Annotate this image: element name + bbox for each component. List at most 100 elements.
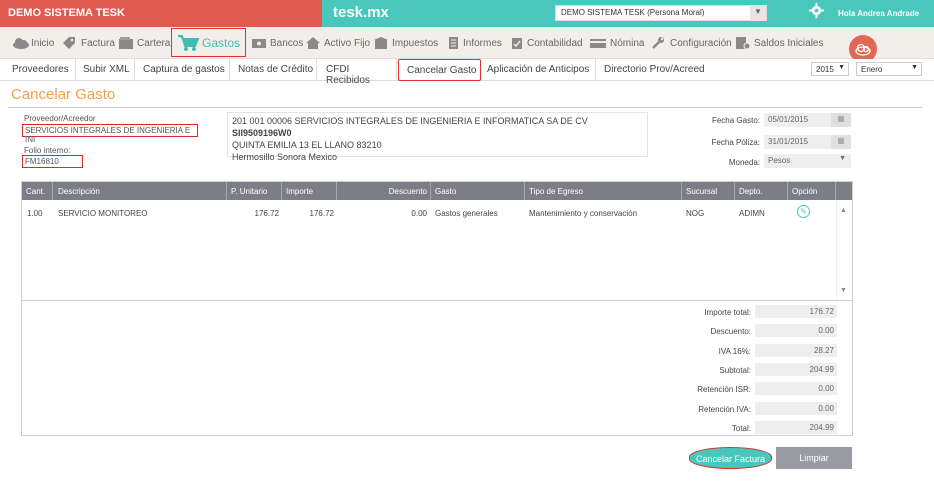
cell-gasto: Gastos generales (435, 209, 498, 218)
scroll-down-icon[interactable]: ▼ (840, 287, 847, 294)
clipboard-check-icon (511, 36, 524, 50)
company-select-value: DEMO SISTEMA TESK (Persona Moral) (561, 8, 705, 17)
limpiar-button[interactable]: Limpiar (776, 447, 852, 469)
nav-label: Inicio (31, 37, 55, 49)
col-descripcion[interactable]: Descripción (53, 182, 227, 200)
nav-nomina[interactable]: Nómina (589, 27, 644, 59)
cell-descuento: 0.00 (411, 209, 427, 218)
subnav-captura-gastos[interactable]: Captura de gastos (135, 59, 230, 81)
nav-label: Bancos (270, 37, 304, 49)
nav-label: Configuración (670, 37, 732, 49)
building-icon (373, 36, 389, 50)
nav-bancos[interactable]: Bancos (251, 27, 303, 59)
grid-scrollbar[interactable]: ▲ ▼ (836, 200, 852, 300)
subtotal-label: Subtotal: (719, 366, 751, 375)
subnav-cancelar-gasto[interactable]: Cancelar Gasto (398, 59, 481, 81)
sub-nav: Proveedores Subir XML Captura de gastos … (0, 59, 934, 86)
importe-total-label: Importe total: (704, 308, 751, 317)
calendar-icon[interactable]: ▦ (831, 135, 851, 149)
col-gasto[interactable]: Gasto (431, 182, 525, 200)
cancelar-factura-button[interactable]: Cancelar Factura (689, 447, 772, 469)
nav-label: Contabilidad (527, 37, 583, 49)
nav-cartera[interactable]: Cartera (118, 27, 170, 59)
subnav-subir-xml[interactable]: Subir XML (76, 59, 135, 81)
proveedor-label: Proveedor/Acreedor (24, 114, 96, 123)
moneda-label: Moneda: (728, 158, 760, 167)
nav-informes[interactable]: Informes (448, 27, 502, 59)
top-bar: DEMO SISTEMA TESK tesk.mx DEMO SISTEMA T… (0, 0, 934, 27)
col-importe[interactable]: Importe (282, 182, 337, 200)
col-opcion[interactable]: Opción (788, 182, 836, 200)
provider-address: 201 001 00006 SERVICIOS INTEGRALES DE IN… (227, 112, 648, 162)
user-greeting[interactable]: Hola Andrea Andrade (838, 9, 919, 18)
retencion-iva-value: 0.00 (755, 402, 837, 415)
nav-configuracion[interactable]: Configuración (651, 27, 732, 59)
descuento-value: 0.00 (755, 324, 837, 337)
chevron-down-icon: ▼ (750, 5, 766, 21)
moneda-select-value: Pesos (768, 156, 791, 165)
wrench-icon (651, 36, 667, 50)
nav-label: Saldos Iniciales (754, 37, 824, 49)
subnav-notas-credito[interactable]: Notas de Crédito (230, 59, 317, 81)
col-tipo-egreso[interactable]: Tipo de Egreso (525, 182, 682, 200)
nav-label: Factura (81, 37, 115, 49)
month-select[interactable]: Enero ▼ (856, 62, 922, 76)
year-select-value: 2015 (816, 65, 834, 74)
top-bar-right: tesk.mx DEMO SISTEMA TESK (Persona Moral… (322, 0, 934, 27)
proveedor-field[interactable]: SERVICIOS INTEGRALES DE INGENIERIA E INI (22, 124, 198, 144)
subnav-proveedores[interactable]: Proveedores (0, 59, 76, 81)
subnav-aplicacion-anticipos[interactable]: Aplicación de Anticipos (481, 59, 596, 81)
chevron-down-icon: ▼ (838, 64, 845, 71)
nav-factura[interactable]: Factura (62, 27, 115, 59)
cell-importe: 176.72 (309, 209, 334, 218)
total-value: 204.99 (755, 421, 837, 434)
house-icon (305, 36, 321, 50)
subnav-cfdi-recibidos[interactable]: CFDI Recibidos (317, 59, 397, 86)
retencion-isr-value: 0.00 (755, 382, 837, 395)
col-descuento[interactable]: Descuento (337, 182, 431, 200)
shopping-cart-icon (177, 34, 200, 52)
totals-panel: Importe total: 176.72 Descuento: 0.00 IV… (21, 301, 853, 436)
rfc: SII9509196W0 (232, 128, 292, 138)
nav-activo-fijo[interactable]: Activo Fijo (305, 27, 370, 59)
nav-label: Nómina (610, 37, 645, 49)
chevron-down-icon: ▼ (839, 155, 846, 162)
importe-total-value: 176.72 (755, 305, 837, 318)
year-select[interactable]: 2015 ▼ (811, 62, 849, 76)
fecha-poliza-field[interactable]: 31/01/2015 (764, 135, 831, 149)
folio-field[interactable]: FM16810 (22, 155, 83, 168)
company-select[interactable]: DEMO SISTEMA TESK (Persona Moral) ▼ (555, 5, 767, 21)
retencion-iva-label: Retención IVA: (698, 405, 751, 414)
col-depto[interactable]: Depto. (735, 182, 788, 200)
tag-icon (62, 36, 78, 50)
fecha-gasto-label: Fecha Gasto: (711, 116, 760, 125)
subnav-directorio[interactable]: Directorio Prov/Acreed (596, 59, 714, 81)
col-p-unitario[interactable]: P. Unitario (227, 182, 282, 200)
calendar-icon[interactable]: ▦ (831, 113, 851, 127)
month-select-value: Enero (861, 65, 883, 74)
folio-label: Folio interno: (24, 146, 71, 155)
system-name: DEMO SISTEMA TESK (0, 0, 322, 27)
col-sucursal[interactable]: Sucursal (682, 182, 735, 200)
cell-depto: ADIMN (739, 209, 765, 218)
cell-tipo-egreso: Mantenimiento y conservación (529, 209, 638, 218)
fecha-gasto-field[interactable]: 05/01/2015 (764, 113, 831, 127)
iva-label: IVA 16%: (718, 347, 751, 356)
document-icon (448, 36, 460, 50)
cell-p-unitario: 176.72 (254, 209, 279, 218)
scroll-up-icon[interactable]: ▲ (840, 207, 847, 214)
moneda-select[interactable]: Pesos ▼ (764, 154, 851, 168)
edit-icon[interactable]: ✎ (797, 205, 810, 218)
total-label: Total: (731, 424, 751, 433)
nav-contabilidad[interactable]: Contabilidad (511, 27, 583, 59)
card-icon (589, 36, 607, 50)
cloud-sync-icon (855, 43, 871, 56)
clipboard-gear-icon (735, 36, 751, 50)
nav-gastos[interactable]: Gastos (171, 28, 247, 57)
nav-impuestos[interactable]: Impuestos (373, 27, 438, 59)
nav-saldos-iniciales[interactable]: Saldos Iniciales (735, 27, 823, 59)
col-cant[interactable]: Cant. (22, 182, 53, 200)
nav-inicio[interactable]: Inicio (12, 27, 54, 59)
nav-label: Impuestos (392, 37, 439, 49)
gear-icon[interactable] (809, 3, 825, 19)
